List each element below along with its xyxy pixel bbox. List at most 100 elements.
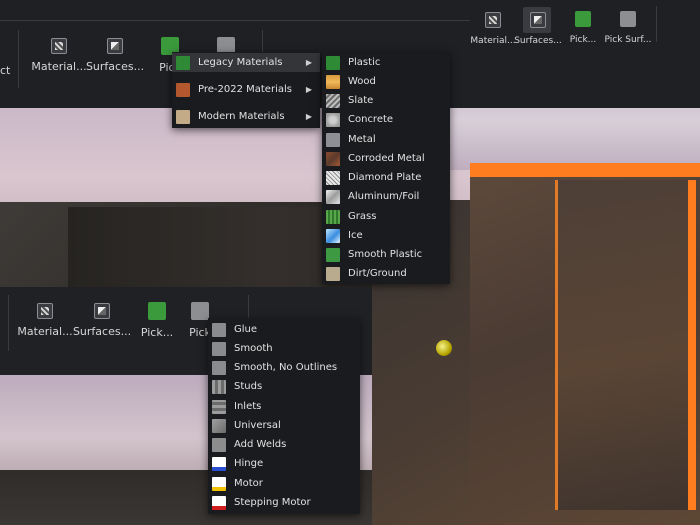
surface-item-add-welds[interactable]: Add Welds (208, 435, 360, 454)
smooth-no-outlines-icon (212, 360, 226, 375)
surface-label: Inlets (234, 401, 262, 412)
surfaces-button[interactable]: Surfaces... (72, 303, 132, 338)
surfaces-icon (107, 38, 123, 54)
material-label: Smooth Plastic (348, 249, 423, 260)
surface-item-hinge[interactable]: Hinge (208, 454, 360, 473)
surface-item-inlets[interactable]: Inlets (208, 397, 360, 416)
submenu-arrow-icon: ▶ (305, 58, 312, 67)
surfaces-label: Surfaces... (85, 60, 145, 73)
surface-item-stepping-motor[interactable]: Stepping Motor (208, 493, 360, 512)
material-item-metal[interactable]: Metal (322, 130, 450, 149)
pick-material-button[interactable]: Pick... (140, 302, 174, 339)
surface-label: Hinge (234, 458, 264, 469)
pick-material-icon (575, 11, 591, 27)
modern-materials-icon (176, 109, 190, 124)
smooth-plastic-swatch-icon (326, 247, 340, 262)
material-item-diamond-plate[interactable]: Diamond Plate (322, 168, 450, 187)
pick-material-label: Pick... (140, 326, 174, 339)
pick-surface-icon (620, 11, 636, 27)
menu-item-pre-2022-materials[interactable]: Pre-2022 Materials ▶ (172, 80, 320, 99)
surface-label: Add Welds (234, 439, 287, 450)
material-manager-label: Material... (470, 36, 516, 46)
menu-item-legacy-materials[interactable]: Legacy Materials ▶ (172, 53, 320, 72)
glue-surface-icon (212, 322, 226, 337)
wood-swatch-icon (326, 74, 340, 89)
material-label: Concrete (348, 114, 394, 125)
material-manager-label: Material... (17, 325, 73, 338)
foil-swatch-icon (326, 189, 340, 204)
material-item-ice[interactable]: Ice (322, 226, 450, 245)
material-item-corroded-metal[interactable]: Corroded Metal (322, 149, 450, 168)
surface-item-universal[interactable]: Universal (208, 416, 360, 435)
pick-material-button-right[interactable]: Pick... (570, 11, 596, 45)
material-manager-button-right[interactable]: Material... (470, 12, 516, 46)
surface-item-smooth-no-outlines[interactable]: Smooth, No Outlines (208, 358, 360, 377)
menu-item-modern-materials[interactable]: Modern Materials ▶ (172, 107, 320, 126)
material-category-menu: Legacy Materials ▶ Pre-2022 Materials ▶ … (172, 52, 320, 128)
selection-outline (470, 163, 700, 177)
pick-surface-icon (191, 302, 209, 320)
material-item-grass[interactable]: Grass (322, 207, 450, 226)
material-manager-button[interactable]: Material... (31, 38, 87, 73)
material-item-slate[interactable]: Slate (322, 91, 450, 110)
surface-item-glue[interactable]: Glue (208, 320, 360, 339)
pick-surface-label: Pick Surf... (604, 35, 652, 45)
material-item-dirt-ground[interactable]: Dirt/Ground (322, 264, 450, 283)
motor-surface-icon (212, 476, 226, 491)
submenu-arrow-icon: ▶ (305, 112, 312, 121)
surfaces-label: Surfaces... (72, 325, 132, 338)
pick-material-label: Pick... (569, 35, 597, 45)
pick-material-icon (148, 302, 166, 320)
studs-surface-icon (212, 379, 226, 394)
partial-tool-label: ct (0, 64, 11, 77)
material-icon (51, 38, 67, 54)
material-manager-label: Material... (31, 60, 87, 73)
material-label: Wood (348, 76, 376, 87)
attachment-marker-icon[interactable] (436, 340, 452, 356)
metal-swatch-icon (326, 132, 340, 147)
material-label: Corroded Metal (348, 153, 425, 164)
surface-label: Universal (234, 420, 281, 431)
material-item-concrete[interactable]: Concrete (322, 110, 450, 129)
selected-part-face (555, 180, 696, 510)
material-item-plastic[interactable]: Plastic (322, 53, 450, 72)
material-icon (485, 12, 501, 28)
weld-surface-icon (212, 437, 226, 452)
material-label: Ice (348, 230, 363, 241)
surfaces-icon (94, 303, 110, 319)
material-item-aluminum-foil[interactable]: Aluminum/Foil (322, 187, 450, 206)
material-label: Plastic (348, 57, 381, 68)
submenu-arrow-icon: ▶ (305, 85, 312, 94)
material-label: Dirt/Ground (348, 268, 407, 279)
material-label: Grass (348, 211, 377, 222)
ice-swatch-icon (326, 228, 340, 243)
legacy-materials-menu: Plastic Wood Slate Concrete Metal Corrod… (322, 52, 450, 284)
surface-label: Glue (234, 324, 258, 335)
surfaces-label: Surfaces... (514, 36, 562, 46)
material-manager-button[interactable]: Material... (17, 303, 73, 338)
material-label: Metal (348, 134, 376, 145)
surface-label: Smooth, No Outlines (234, 362, 338, 373)
legacy-materials-icon (176, 55, 190, 70)
material-label: Aluminum/Foil (348, 191, 420, 202)
toolbar-separator (18, 30, 19, 88)
material-item-wood[interactable]: Wood (322, 72, 450, 91)
surfaces-button[interactable]: Surfaces... (85, 38, 145, 73)
surface-item-motor[interactable]: Motor (208, 474, 360, 493)
corroded-metal-swatch-icon (326, 151, 340, 166)
stepping-motor-surface-icon (212, 495, 226, 510)
surfaces-icon (530, 12, 546, 28)
surface-label: Smooth (234, 343, 273, 354)
slate-swatch-icon (326, 93, 340, 108)
smooth-surface-icon (212, 341, 226, 356)
inlets-surface-icon (212, 399, 226, 414)
surface-item-smooth[interactable]: Smooth (208, 339, 360, 358)
hinge-surface-icon (212, 456, 226, 471)
pick-surface-button-right[interactable]: Pick Surf... (604, 11, 652, 45)
surface-item-studs[interactable]: Studs (208, 377, 360, 396)
surface-label: Stepping Motor (234, 497, 311, 508)
dirt-swatch-icon (326, 266, 340, 281)
material-item-smooth-plastic[interactable]: Smooth Plastic (322, 245, 450, 264)
pre-2022-materials-icon (176, 82, 190, 97)
surfaces-button-right[interactable]: Surfaces... (514, 12, 562, 46)
